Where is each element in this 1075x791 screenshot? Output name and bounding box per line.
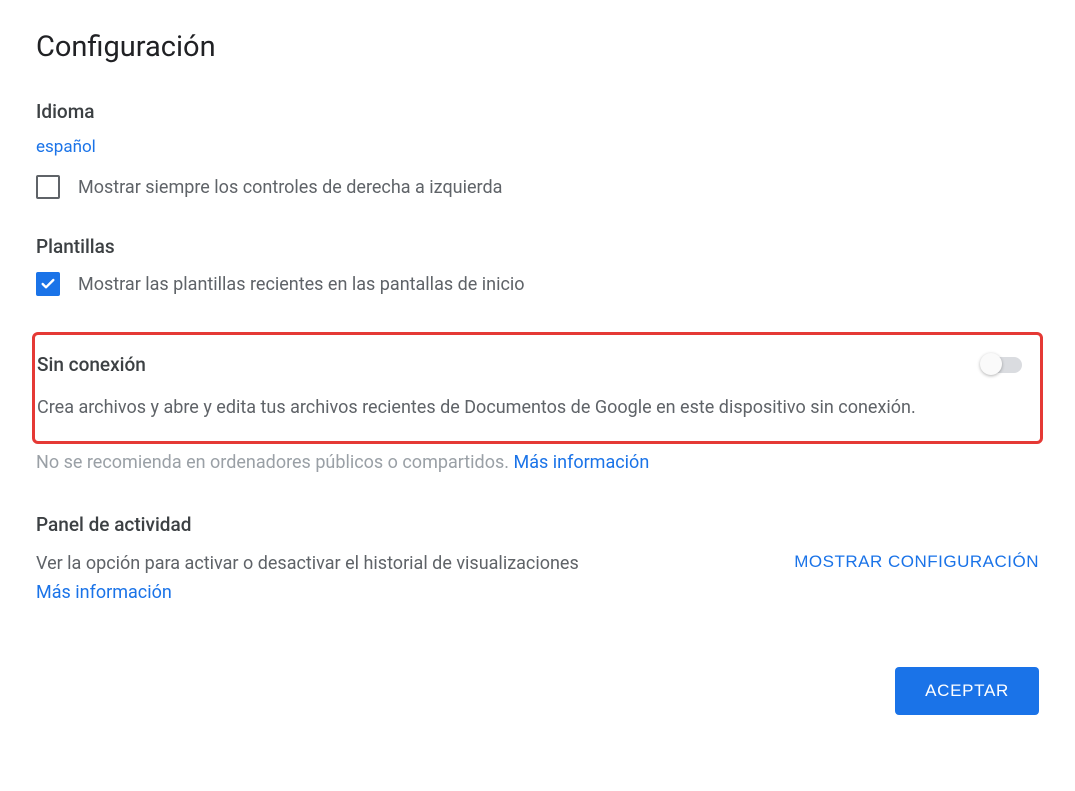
section-offline-highlight: Sin conexión Crea archivos y abre y edit… <box>32 332 1043 444</box>
activity-description: Ver la opción para activar o desactivar … <box>36 553 579 574</box>
templates-checkbox[interactable] <box>36 272 60 296</box>
language-select-link[interactable]: español <box>36 137 96 157</box>
section-language: Idioma español Mostrar siempre los contr… <box>36 100 1039 199</box>
offline-more-info-link[interactable]: Más información <box>513 452 649 473</box>
offline-description: Crea archivos y abre y edita tus archivo… <box>37 394 1038 423</box>
offline-toggle[interactable] <box>982 357 1022 373</box>
templates-checkbox-label: Mostrar las plantillas recientes en las … <box>78 274 525 295</box>
rtl-checkbox[interactable] <box>36 175 60 199</box>
page-title: Configuración <box>36 30 1039 64</box>
dialog-footer: ACEPTAR <box>36 667 1039 715</box>
rtl-checkbox-label: Mostrar siempre los controles de derecha… <box>78 177 502 198</box>
templates-checkbox-row: Mostrar las plantillas recientes en las … <box>36 272 1039 296</box>
accept-button[interactable]: ACEPTAR <box>895 667 1039 715</box>
activity-heading: Panel de actividad <box>36 513 1039 536</box>
toggle-knob-icon <box>980 353 1002 375</box>
activity-more-info-link[interactable]: Más información <box>36 582 172 603</box>
templates-heading: Plantillas <box>36 235 1039 258</box>
rtl-checkbox-row: Mostrar siempre los controles de derecha… <box>36 175 1039 199</box>
language-heading: Idioma <box>36 100 1039 123</box>
offline-heading: Sin conexión <box>37 353 146 376</box>
check-icon <box>40 276 56 292</box>
offline-warning: No se recomienda en ordenadores públicos… <box>36 452 1039 473</box>
activity-text-block: Ver la opción para activar o desactivar … <box>36 550 774 608</box>
show-config-button[interactable]: MOSTRAR CONFIGURACIÓN <box>794 550 1039 572</box>
section-activity: Panel de actividad Ver la opción para ac… <box>36 513 1039 608</box>
offline-warning-text: No se recomienda en ordenadores públicos… <box>36 452 513 473</box>
section-templates: Plantillas Mostrar las plantillas recien… <box>36 235 1039 296</box>
